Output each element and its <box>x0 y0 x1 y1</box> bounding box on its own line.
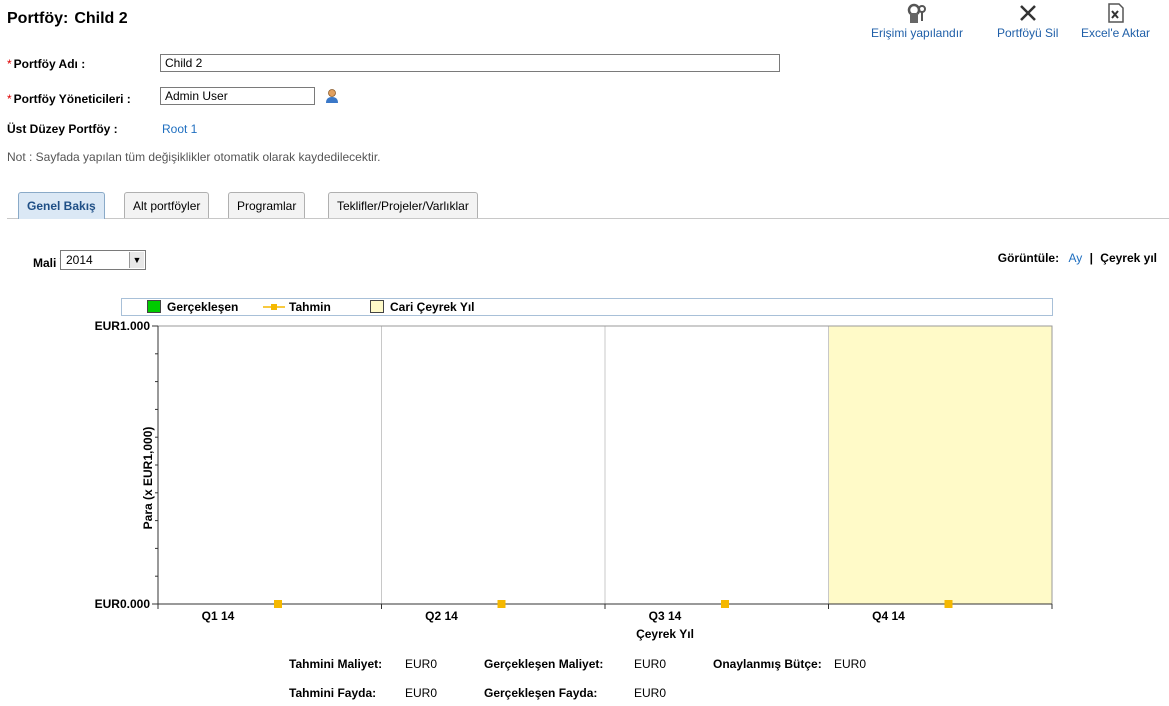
tab-programs[interactable]: Programlar <box>228 192 306 218</box>
export-excel-button[interactable]: Excel'e Aktar <box>1081 2 1150 40</box>
x-tick-label: Q3 14 <box>649 609 682 623</box>
x-tick-label: Q4 14 <box>872 609 905 623</box>
legend-current-quarter-swatch <box>370 300 384 313</box>
legend-current-quarter: Cari Çeyrek Yıl <box>370 300 475 314</box>
fiscal-year-value: 2014 <box>66 253 93 267</box>
required-marker: * <box>7 92 12 106</box>
required-marker: * <box>7 57 12 71</box>
page-title: Portföy: Child 2 <box>7 10 134 28</box>
x-tick-label: Q1 14 <box>202 609 235 623</box>
parent-portfolio-label: Üst Düzey Portföy : <box>7 122 118 136</box>
x-tick-label: Q2 14 <box>425 609 458 623</box>
actual-benefit-value: EUR0 <box>634 686 667 700</box>
y-tick-label: EUR1.000 <box>95 319 151 333</box>
legend-actual-swatch <box>147 300 161 313</box>
actual-benefit-label: Gerçekleşen Fayda: <box>484 686 598 700</box>
parent-portfolio-link[interactable]: Root 1 <box>162 122 197 136</box>
configure-access-label: Erişimi yapılandır <box>871 26 964 40</box>
legend-forecast-label: Tahmin <box>289 300 331 314</box>
tab-proposals-projects-assets[interactable]: Teklifler/Projeler/Varlıklar <box>328 192 478 218</box>
view-quarter-option[interactable]: Çeyrek yıl <box>1100 251 1157 265</box>
forecast-benefit-value: EUR0 <box>405 686 438 700</box>
page-title-value: Child 2 <box>74 10 128 27</box>
autosave-note: Not : Sayfada yapılan tüm değişiklikler … <box>7 150 381 164</box>
y-tick-label: EUR0.000 <box>95 597 151 611</box>
view-separator: | <box>1089 251 1093 265</box>
view-label: Görüntüle: <box>997 251 1060 265</box>
portfolio-managers-label: * Portföy Yöneticileri : <box>7 92 131 106</box>
legend-forecast: Tahmin <box>263 300 331 314</box>
portfolio-managers-input[interactable] <box>160 87 315 105</box>
approved-budget-value: EUR0 <box>834 657 867 671</box>
tab-sub-portfolios[interactable]: Alt portföyler <box>124 192 210 218</box>
portfolio-name-input[interactable] <box>160 54 780 72</box>
view-month-link[interactable]: Ay <box>1068 251 1082 265</box>
actual-cost-label: Gerçekleşen Maliyet: <box>484 657 604 671</box>
current-quarter-highlight <box>828 326 1052 604</box>
forecast-point <box>944 600 953 608</box>
delete-portfolio-button[interactable]: Portföyü Sil <box>997 2 1058 40</box>
view-switcher: Görüntüle: Ay | Çeyrek yıl <box>998 251 1157 265</box>
close-icon <box>997 2 1058 26</box>
fiscal-year-select[interactable]: 2014 ▼ <box>60 250 146 270</box>
forecast-point <box>721 600 729 608</box>
forecast-benefit-label: Tahmini Fayda: <box>289 686 377 700</box>
chart-legend: Gerçekleşen Tahmin Cari Çeyrek Yıl <box>121 298 1053 316</box>
forecast-point <box>497 600 506 608</box>
actual-cost-value: EUR0 <box>634 657 667 671</box>
quarterly-chart: EUR0.000 EUR1.000 Q1 14 Q2 14 Q3 14 Q4 14 Çeyr… <box>95 319 1053 641</box>
excel-icon <box>1081 2 1150 26</box>
legend-forecast-swatch <box>263 304 285 310</box>
forecast-cost-label: Tahmini Maliyet: <box>289 657 383 671</box>
export-excel-label: Excel'e Aktar <box>1081 26 1150 40</box>
legend-actual: Gerçekleşen <box>147 300 238 314</box>
forecast-cost-value: EUR0 <box>405 657 438 671</box>
chevron-down-icon: ▼ <box>129 252 144 268</box>
portfolio-name-label-text: Portföy Adı : <box>13 57 86 71</box>
legend-current-quarter-label: Cari Çeyrek Yıl <box>390 300 475 314</box>
user-picker-icon[interactable] <box>325 88 339 107</box>
key-lock-icon <box>871 2 963 26</box>
portfolio-managers-label-text: Portföy Yöneticileri : <box>13 92 131 106</box>
portfolio-name-label: * Portföy Adı : <box>7 57 85 71</box>
page-title-label: Portföy: <box>7 10 69 27</box>
y-axis-title: Para (x EUR1,000) <box>141 427 155 530</box>
tab-overview[interactable]: Genel Bakış <box>18 192 105 219</box>
forecast-point <box>274 600 282 608</box>
legend-actual-label: Gerçekleşen <box>167 300 239 314</box>
approved-budget-label: Onaylanmış Bütçe: <box>713 657 822 671</box>
x-axis-title: Çeyrek Yıl <box>636 627 694 641</box>
delete-portfolio-label: Portföyü Sil <box>997 26 1059 40</box>
configure-access-button[interactable]: Erişimi yapılandır <box>871 2 963 40</box>
tabs-divider <box>7 218 1169 219</box>
